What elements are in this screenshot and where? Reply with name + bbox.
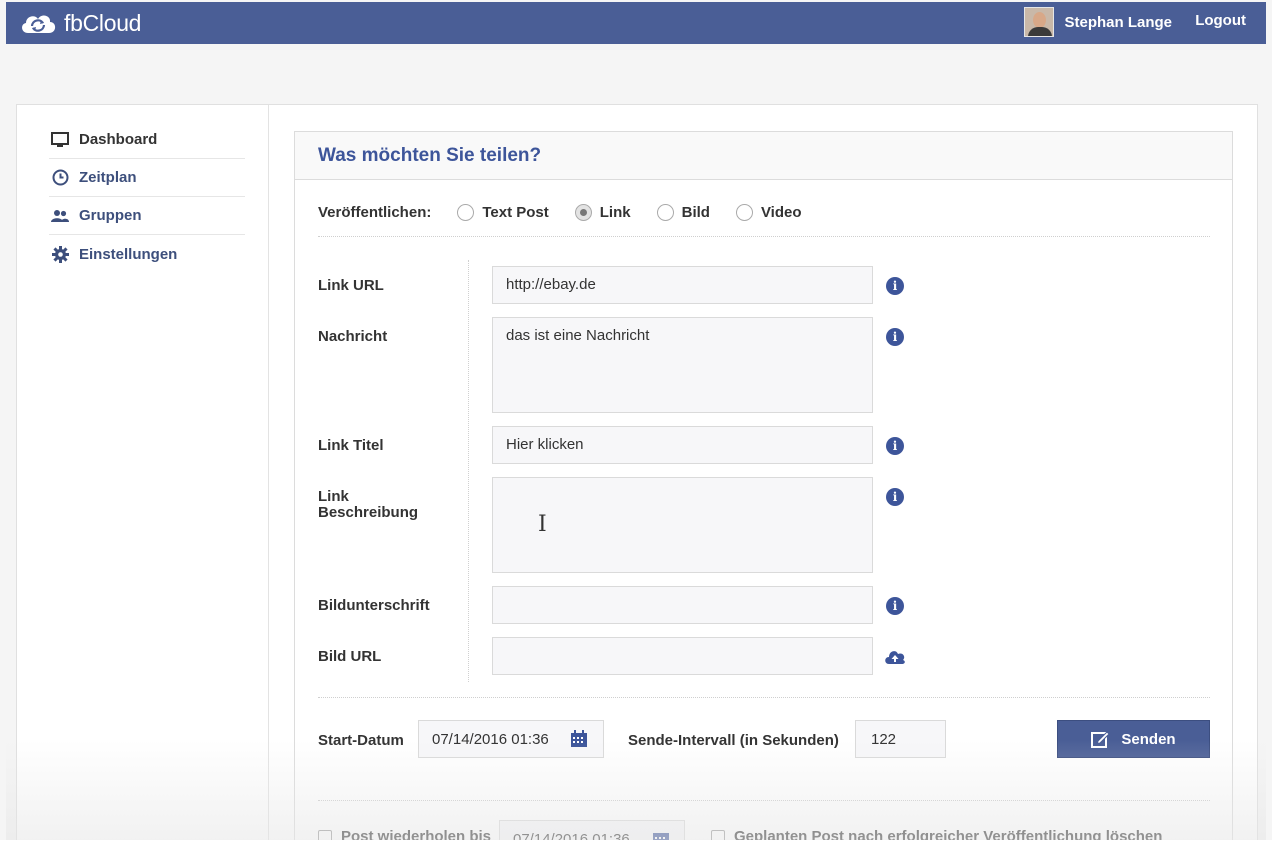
nachricht-textarea[interactable]: das ist eine Nachricht [492, 317, 873, 413]
info-icon[interactable]: i [886, 488, 904, 506]
sidebar: Dashboard Zeitplan Gruppen Einstellungen [17, 105, 269, 861]
radio-text-post[interactable]: Text Post [457, 204, 549, 221]
sidebar-nav: Dashboard Zeitplan Gruppen Einstellungen [49, 121, 245, 273]
radio-button[interactable] [735, 204, 753, 221]
users-icon [51, 207, 69, 225]
share-form-card: Was möchten Sie teilen? Veröffentlichen:… [294, 131, 1233, 862]
info-icon[interactable]: i [886, 328, 904, 346]
cloud-upload-icon[interactable] [884, 648, 906, 666]
interval-input[interactable]: 122 [855, 720, 946, 758]
gear-icon [51, 245, 69, 263]
start-date-label: Start-Datum [318, 732, 404, 749]
sidebar-item-dashboard[interactable]: Dashboard [49, 121, 245, 159]
radio-button[interactable] [574, 204, 592, 221]
info-icon[interactable]: i [886, 597, 904, 615]
link-titel-input[interactable]: Hier klicken [492, 426, 873, 464]
text-cursor-icon: I [538, 512, 547, 537]
edit-icon [1091, 731, 1110, 748]
bild-url-input[interactable] [492, 637, 873, 675]
label-line: Link [318, 488, 349, 505]
radio-label: Link [599, 204, 631, 221]
main-panel: Dashboard Zeitplan Gruppen Einstellungen [16, 104, 1258, 862]
top-navbar: fbCloud Stephan Lange Logout [6, 2, 1266, 44]
sidebar-item-einstellungen[interactable]: Einstellungen [49, 235, 245, 273]
send-label: Senden [1121, 730, 1176, 748]
bild-url-label: Bild URL [318, 648, 382, 665]
user-name: Stephan Lange [1064, 13, 1172, 31]
schedule-row: Start-Datum 07/14/2016 01:36 Sende-Inter… [318, 720, 1210, 758]
app-name: fbCloud [64, 9, 142, 36]
radio-button[interactable] [457, 204, 475, 221]
bildunterschrift-label: Bildunterschrift [318, 597, 430, 614]
logout-link[interactable]: Logout [1195, 12, 1246, 29]
publish-label: Veröffentlichen: [318, 204, 432, 221]
nachricht-label: Nachricht [318, 328, 388, 345]
link-url-input[interactable]: http://ebay.de [492, 266, 873, 304]
monitor-icon [51, 131, 69, 149]
radio-video[interactable]: Video [735, 204, 802, 221]
sidebar-item-zeitplan[interactable]: Zeitplan [49, 159, 245, 197]
link-beschreibung-label: Link Beschreibung [318, 489, 418, 521]
label-line: Beschreibung [318, 504, 419, 521]
calendar-icon[interactable] [570, 730, 588, 748]
sidebar-item-label: Zeitplan [79, 169, 137, 186]
radio-bild[interactable]: Bild [656, 204, 710, 221]
divider [468, 260, 469, 682]
sidebar-item-gruppen[interactable]: Gruppen [49, 197, 245, 235]
divider [318, 697, 1210, 698]
radio-label: Video [760, 204, 802, 221]
divider [318, 800, 1210, 801]
cloud-sync-icon [22, 15, 56, 34]
radio-button[interactable] [656, 204, 674, 221]
radio-link[interactable]: Link [574, 204, 631, 221]
user-menu[interactable]: Stephan Lange [1024, 6, 1172, 38]
bottom-edge [0, 840, 1272, 862]
radio-label: Bild [681, 204, 710, 221]
clock-icon [51, 169, 69, 187]
sidebar-item-label: Dashboard [79, 131, 158, 148]
link-beschreibung-textarea[interactable] [492, 477, 873, 573]
sidebar-item-label: Gruppen [79, 207, 142, 224]
divider [318, 236, 1210, 237]
info-icon[interactable]: i [886, 437, 904, 455]
publish-type-group: Veröffentlichen: Text Post Link Bild Vid… [318, 204, 828, 221]
bildunterschrift-input[interactable] [492, 586, 873, 624]
radio-label: Text Post [482, 204, 549, 221]
sidebar-item-label: Einstellungen [79, 245, 178, 263]
send-button[interactable]: Senden [1057, 720, 1210, 758]
app-logo[interactable]: fbCloud [18, 8, 141, 38]
info-icon[interactable]: i [886, 277, 904, 295]
interval-label: Sende-Intervall (in Sekunden) [628, 732, 839, 749]
card-header: Was möchten Sie teilen? [295, 132, 1232, 180]
page-title: Was möchten Sie teilen? [318, 144, 542, 166]
link-url-label: Link URL [318, 277, 384, 294]
avatar [1024, 7, 1055, 37]
link-titel-label: Link Titel [318, 437, 384, 454]
